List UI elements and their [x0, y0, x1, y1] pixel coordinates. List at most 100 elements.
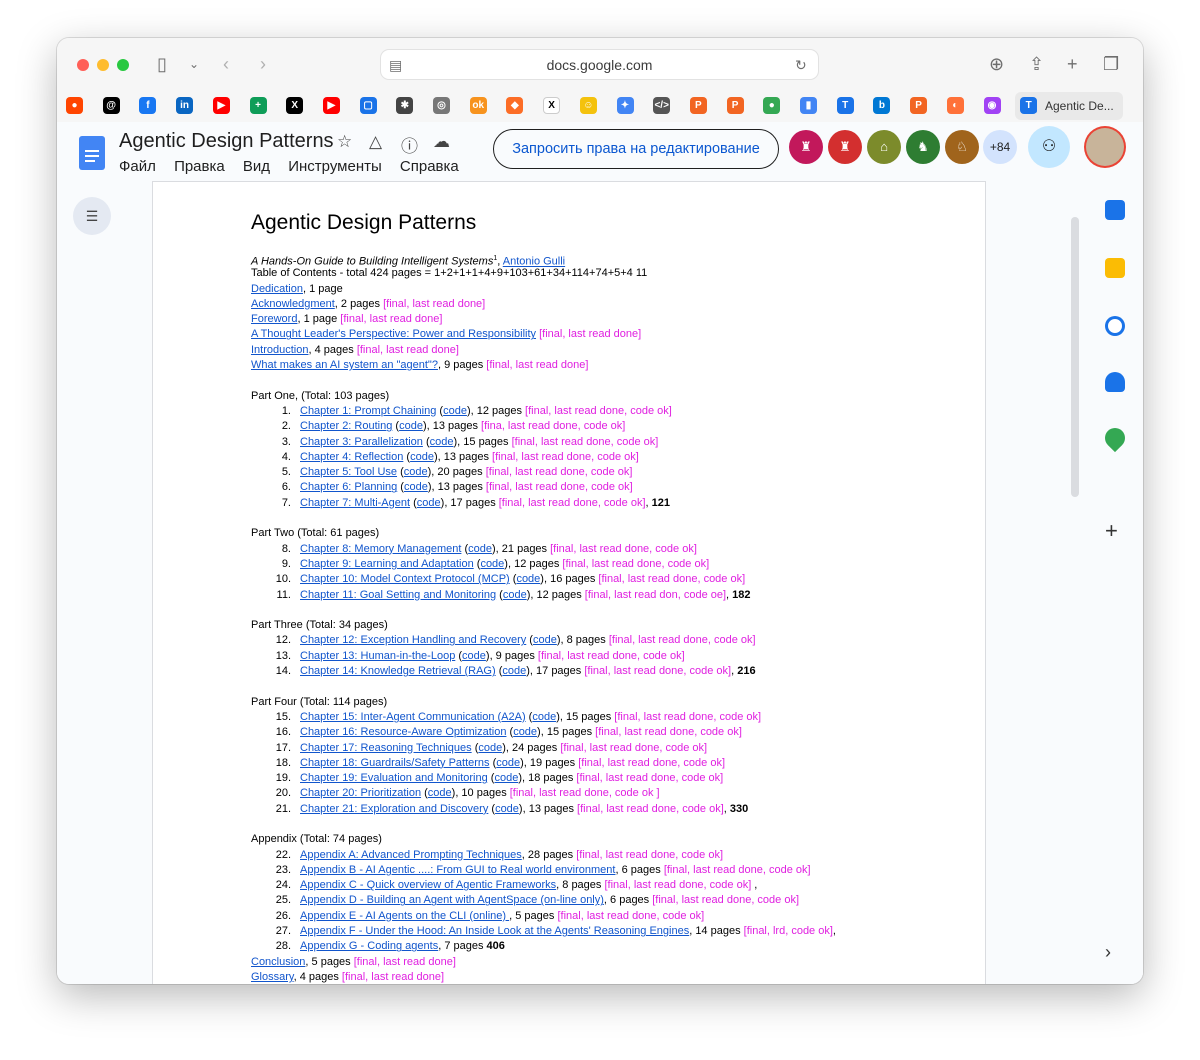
reload-icon[interactable]: ↻	[795, 55, 807, 75]
linkedin-icon[interactable]: in	[176, 97, 194, 114]
chapter-link[interactable]: Chapter 4: Reflection	[300, 451, 403, 463]
chapter-link[interactable]: Chapter 3: Parallelization	[300, 436, 423, 448]
code-link[interactable]: code	[496, 757, 520, 769]
chat-icon[interactable]: ▢	[359, 97, 377, 114]
appendix-link[interactable]: Appendix D - Building an Agent with Agen…	[300, 894, 604, 906]
code-link[interactable]: code	[502, 665, 526, 677]
code-link[interactable]: code	[494, 772, 518, 784]
front-matter-link[interactable]: Dedication	[251, 283, 303, 295]
maps-icon[interactable]	[1100, 423, 1130, 453]
docs-logo-icon[interactable]	[79, 136, 105, 170]
zoom-window-button[interactable]	[117, 59, 129, 71]
code-link[interactable]: code	[495, 803, 519, 815]
code-link[interactable]: code	[513, 726, 537, 738]
code-link[interactable]: code	[410, 451, 434, 463]
chapter-link[interactable]: Chapter 13: Human-in-the-Loop	[300, 650, 455, 662]
appendix-link[interactable]: Appendix E - AI Agents on the CLI (onlin…	[300, 910, 509, 922]
chapter-link[interactable]: Chapter 8: Memory Management	[300, 543, 461, 555]
code-link[interactable]: code	[480, 558, 504, 570]
calendar-icon[interactable]	[1105, 200, 1125, 220]
share-icon[interactable]: ⇪	[1029, 54, 1044, 74]
ok-icon[interactable]: ok	[469, 97, 487, 114]
scrollbar[interactable]	[1071, 217, 1079, 497]
menu-file[interactable]: Файл	[119, 158, 156, 175]
back-icon[interactable]: ‹	[223, 54, 229, 74]
chapter-link[interactable]: Chapter 9: Learning and Adaptation	[300, 558, 474, 570]
facebook-icon[interactable]: f	[139, 97, 157, 114]
request-edit-button[interactable]: Запросить права на редактирование	[493, 129, 779, 169]
chapter-link[interactable]: Chapter 16: Resource-Aware Optimization	[300, 726, 506, 738]
code-link[interactable]: code	[428, 787, 452, 799]
glossary-link[interactable]: Glossary	[251, 971, 294, 983]
avatar[interactable]	[1086, 128, 1124, 166]
p-icon[interactable]: P	[726, 97, 744, 114]
rainbow-icon[interactable]: ◉	[983, 97, 1001, 114]
code-link[interactable]: code	[533, 634, 557, 646]
compass-icon[interactable]: ◎	[433, 97, 450, 114]
chapter-link[interactable]: Chapter 2: Routing	[300, 420, 392, 432]
more-viewers-badge[interactable]: +84	[983, 130, 1017, 164]
sidebar-toggle-icon[interactable]: ▯	[157, 54, 167, 74]
t-icon[interactable]: T	[1020, 97, 1038, 114]
downloads-icon[interactable]: ⊕	[989, 54, 1004, 74]
viewer-avatar[interactable]: ♜	[828, 130, 862, 164]
tab-overview-icon[interactable]: ❐	[1103, 54, 1119, 74]
code-link[interactable]: code	[516, 573, 540, 585]
front-matter-link[interactable]: Foreword	[251, 313, 297, 325]
code-link[interactable]: code	[462, 650, 486, 662]
viewer-avatar[interactable]: ⌂	[867, 130, 901, 164]
keep-icon[interactable]	[1105, 258, 1125, 278]
openai-icon[interactable]: ✱	[396, 97, 414, 114]
minimize-window-button[interactable]	[97, 59, 109, 71]
chapter-link[interactable]: Chapter 12: Exception Handling and Recov…	[300, 634, 526, 646]
new-tab-icon[interactable]: +	[1067, 54, 1078, 74]
threads-icon[interactable]: @	[102, 97, 120, 114]
bing-icon[interactable]: b	[873, 97, 891, 114]
code-link[interactable]: code	[503, 589, 527, 601]
code-link[interactable]: code	[443, 405, 467, 417]
youtube-icon[interactable]: ▶	[212, 97, 230, 114]
x-icon[interactable]: X	[286, 97, 304, 114]
p-icon[interactable]: P	[910, 97, 928, 114]
info-icon[interactable]: ⓘ	[401, 132, 418, 157]
chapter-link[interactable]: Chapter 17: Reasoning Techniques	[300, 742, 472, 754]
appendix-link[interactable]: Appendix B - AI Agentic ....: From GUI t…	[300, 864, 615, 876]
code-link[interactable]: code	[430, 436, 454, 448]
p-icon[interactable]: P	[689, 97, 707, 114]
chapter-link[interactable]: Chapter 7: Multi-Agent	[300, 497, 410, 509]
firefox-icon[interactable]: ◐	[946, 97, 964, 114]
front-matter-link[interactable]: Introduction	[251, 344, 308, 356]
chapter-link[interactable]: Chapter 15: Inter-Agent Communication (A…	[300, 711, 526, 723]
conclusion-link[interactable]: Conclusion	[251, 956, 305, 968]
chapter-link[interactable]: Chapter 20: Prioritization	[300, 787, 421, 799]
code-link[interactable]: code	[532, 711, 556, 723]
emoji-icon[interactable]: ☺	[579, 97, 597, 114]
reddit-icon[interactable]: ●	[66, 97, 83, 114]
front-matter-link[interactable]: What makes an AI system an "agent"?	[251, 359, 438, 371]
add-addon-icon[interactable]: +	[1105, 518, 1118, 544]
circle-icon[interactable]: ●	[763, 97, 781, 114]
code-link[interactable]: code	[417, 497, 441, 509]
x-tab-icon[interactable]: X	[543, 97, 561, 114]
tasks-icon[interactable]	[1105, 316, 1125, 336]
chapter-link[interactable]: Chapter 21: Exploration and Discovery	[300, 803, 488, 815]
chapter-link[interactable]: Chapter 6: Planning	[300, 481, 397, 493]
front-matter-link[interactable]: A Thought Leader's Perspective: Power an…	[251, 328, 536, 340]
code-link[interactable]: code	[404, 481, 428, 493]
chevron-down-icon[interactable]: ⌄	[189, 54, 199, 74]
gemini-icon[interactable]: ✦	[616, 97, 634, 114]
chapter-link[interactable]: Chapter 10: Model Context Protocol (MCP)	[300, 573, 510, 585]
cloud-status-icon[interactable]: ☁	[433, 132, 450, 152]
move-to-drive-icon[interactable]: △	[369, 132, 382, 152]
appendix-link[interactable]: Appendix C - Quick overview of Agentic F…	[300, 879, 556, 891]
menu-help[interactable]: Справка	[400, 158, 459, 175]
document-title[interactable]: Agentic Design Patterns	[119, 130, 334, 153]
chapter-link[interactable]: Chapter 14: Knowledge Retrieval (RAG)	[300, 665, 496, 677]
code-link[interactable]: code	[468, 543, 492, 555]
share-person-icon[interactable]: ⚇	[1028, 126, 1070, 168]
code-link[interactable]: code	[404, 466, 428, 478]
menu-edit[interactable]: Правка	[174, 158, 225, 175]
appendix-link[interactable]: Appendix A: Advanced Prompting Technique…	[300, 849, 522, 861]
star-icon[interactable]: ☆	[337, 132, 352, 152]
chevron-right-icon[interactable]: ›	[1105, 942, 1111, 963]
